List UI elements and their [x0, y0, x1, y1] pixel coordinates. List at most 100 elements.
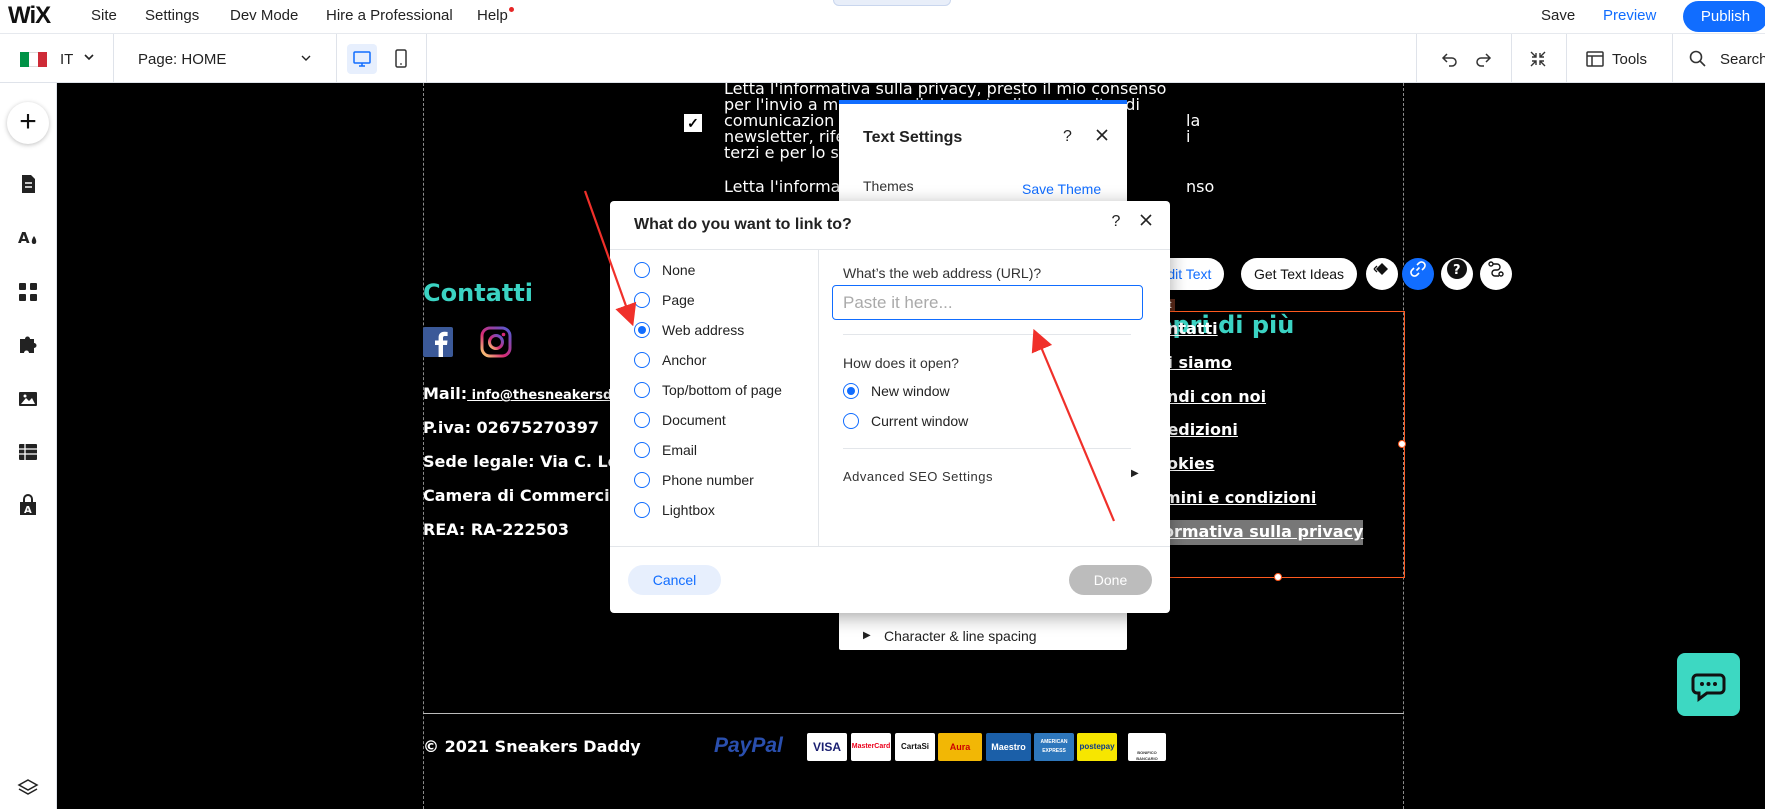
info-mail: Mail: info@thesneakersdac	[423, 384, 629, 403]
advanced-seo-settings[interactable]: Advanced SEO Settings	[843, 469, 993, 484]
privacy-consent-text: Letta l'informa	[724, 177, 841, 196]
zoom-out-icon[interactable]	[1528, 49, 1548, 74]
instagram-icon[interactable]	[480, 326, 512, 358]
get-text-ideas-button[interactable]: Get Text Ideas	[1241, 258, 1358, 290]
tools-icon[interactable]	[1585, 49, 1605, 74]
footer-link-selected[interactable]: formativa sulla privacy	[1156, 520, 1364, 545]
open-label: How does it open?	[843, 355, 959, 371]
puzzle-icon[interactable]	[16, 333, 40, 357]
menu-hire-professional[interactable]: Hire a Professional	[326, 7, 453, 24]
chat-button[interactable]	[1677, 653, 1740, 716]
add-apps-icon[interactable]	[16, 280, 40, 304]
pages-icon[interactable]	[16, 172, 40, 196]
search-button[interactable]: Search	[1720, 51, 1765, 68]
text-settings-title: Text Settings	[863, 129, 963, 146]
svg-text:A: A	[24, 505, 32, 516]
desktop-view-button[interactable]	[347, 44, 377, 74]
menu-settings[interactable]: Settings	[145, 7, 199, 24]
link-option-page[interactable]: Page	[634, 290, 695, 310]
page-selector[interactable]: Page: HOME	[138, 51, 226, 68]
top-pill[interactable]	[833, 0, 951, 6]
link-option-none[interactable]: None	[634, 260, 695, 280]
tools-button[interactable]: Tools	[1612, 51, 1647, 68]
link-dialog-title: What do you want to link to?	[634, 216, 852, 233]
mobile-view-button[interactable]	[386, 44, 416, 74]
design-icon[interactable]: A	[16, 226, 40, 250]
cancel-button[interactable]: Cancel	[628, 565, 721, 595]
radio-anchor[interactable]	[634, 352, 650, 368]
footer-link[interactable]: endi con noi	[1156, 387, 1266, 406]
link-dialog-footer: Cancel Done	[610, 546, 1170, 613]
language-selector[interactable]: IT	[60, 51, 73, 68]
link-icon[interactable]	[1402, 258, 1434, 290]
top-bar: WiX Site Settings Dev Mode Hire a Profes…	[0, 0, 1765, 34]
radio-phone[interactable]	[634, 472, 650, 488]
undo-icon[interactable]	[1440, 49, 1460, 74]
media-icon[interactable]	[16, 387, 40, 411]
triangle-right-icon[interactable]: ▶	[1131, 468, 1139, 479]
open-option-current-window[interactable]: Current window	[843, 411, 968, 431]
radio-web-address[interactable]	[634, 322, 650, 338]
triangle-right-icon[interactable]: ▶	[863, 630, 871, 641]
info-piva: P.iva: 02675270397	[423, 418, 600, 437]
chevron-down-icon[interactable]	[83, 51, 95, 66]
notification-dot	[509, 7, 514, 12]
save-button[interactable]: Save	[1541, 7, 1575, 24]
connect-icon[interactable]	[1480, 258, 1512, 290]
help-icon[interactable]: ?	[1063, 128, 1072, 146]
resize-handle[interactable]	[1274, 573, 1282, 581]
app-market-icon[interactable]: A	[16, 494, 40, 518]
radio-current-window[interactable]	[843, 413, 859, 429]
radio-top-bottom[interactable]	[634, 382, 650, 398]
radio-none[interactable]	[634, 262, 650, 278]
link-type-list: None Page Web address Anchor Top/bottom …	[610, 249, 819, 546]
animation-icon[interactable]	[1366, 258, 1398, 290]
link-option-top-bottom[interactable]: Top/bottom of page	[634, 380, 782, 400]
close-icon[interactable]	[1095, 128, 1109, 147]
preview-button[interactable]: Preview	[1603, 7, 1656, 24]
add-elements-button[interactable]: +	[7, 102, 49, 144]
footer-link[interactable]: rmini e condizioni	[1156, 488, 1316, 507]
menu-dev-mode[interactable]: Dev Mode	[230, 7, 298, 24]
close-icon[interactable]	[1136, 211, 1156, 231]
radio-lightbox[interactable]	[634, 502, 650, 518]
help-icon[interactable]: ?	[1106, 213, 1126, 233]
help-icon[interactable]: ?	[1441, 258, 1473, 290]
resize-handle[interactable]	[1398, 440, 1406, 448]
chevron-down-icon[interactable]	[300, 52, 312, 67]
link-option-email[interactable]: Email	[634, 440, 697, 460]
wix-logo[interactable]: WiX	[8, 2, 51, 30]
privacy-consent-text: i	[1186, 127, 1191, 146]
chat-icon	[1691, 673, 1726, 702]
open-option-new-window[interactable]: New window	[843, 381, 950, 401]
radio-email[interactable]	[634, 442, 650, 458]
radio-new-window[interactable]	[843, 383, 859, 399]
publish-button[interactable]: Publish	[1683, 1, 1765, 32]
redo-icon[interactable]	[1473, 49, 1493, 74]
consent-checkbox[interactable]: ✓	[684, 114, 702, 132]
layers-icon[interactable]	[16, 776, 40, 800]
link-option-phone[interactable]: Phone number	[634, 470, 754, 490]
contacts-heading[interactable]: Contatti	[423, 279, 533, 307]
menu-help[interactable]: Help	[477, 7, 508, 24]
link-option-web-address[interactable]: Web address	[634, 320, 744, 340]
radio-document[interactable]	[634, 412, 650, 428]
link-dialog[interactable]: What do you want to link to? ? None Page…	[610, 201, 1170, 613]
radio-page[interactable]	[634, 292, 650, 308]
menu-site[interactable]: Site	[91, 7, 117, 24]
link-option-lightbox[interactable]: Lightbox	[634, 500, 715, 520]
link-option-document[interactable]: Document	[634, 410, 726, 430]
svg-text:?: ?	[1453, 263, 1461, 278]
facebook-icon[interactable]	[423, 327, 453, 357]
link-settings: What’s the web address (URL)? How does i…	[819, 249, 1170, 546]
email-link[interactable]: info@thesneakersdac	[467, 388, 629, 403]
save-theme-link[interactable]: Save Theme	[1022, 181, 1101, 197]
url-input[interactable]	[832, 285, 1143, 320]
character-spacing-section[interactable]: Character & line spacing	[884, 628, 1037, 644]
done-button[interactable]: Done	[1069, 565, 1152, 595]
left-sidebar: + A A	[0, 83, 57, 809]
search-icon[interactable]	[1688, 49, 1708, 74]
link-option-anchor[interactable]: Anchor	[634, 350, 706, 370]
cms-icon[interactable]	[16, 440, 40, 464]
italy-flag-icon[interactable]	[20, 52, 47, 67]
